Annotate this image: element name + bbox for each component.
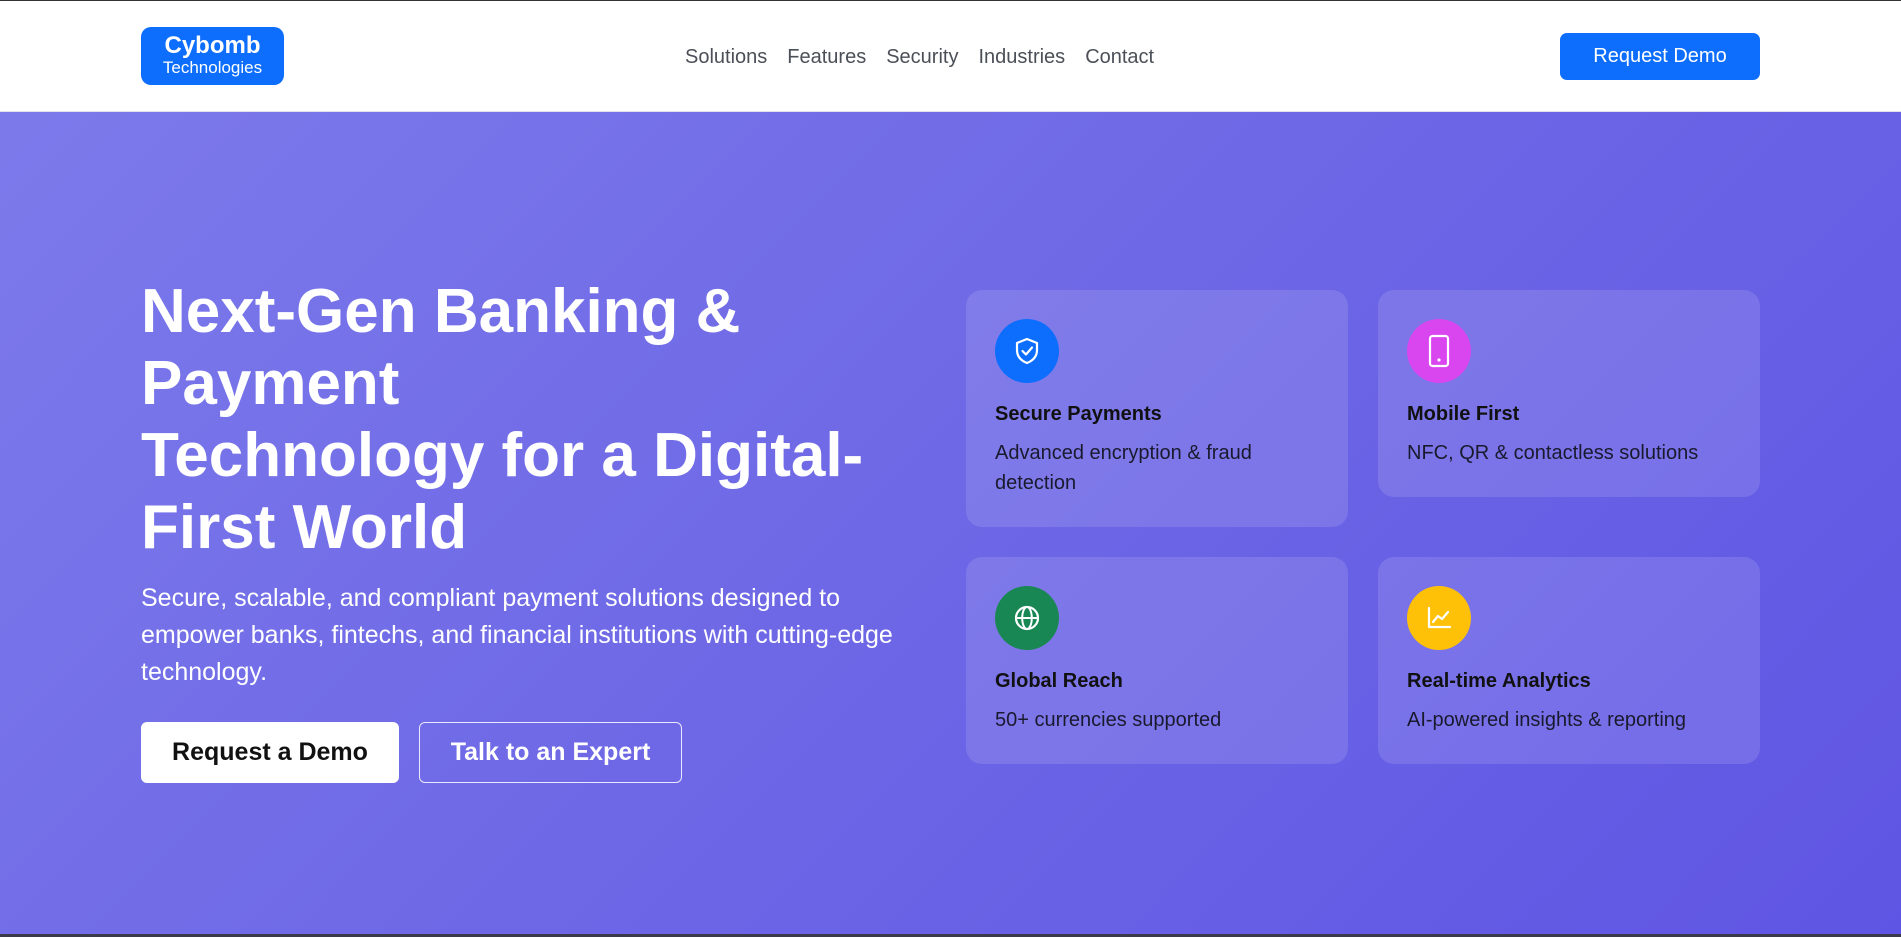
talk-to-expert-button[interactable]: Talk to an Expert [419,722,682,783]
feature-title: Mobile First [1407,403,1520,425]
hero-title-line: Next-Gen Banking & [141,277,741,346]
feature-description: Advanced encryption & fraud detection [995,442,1252,494]
feature-title: Real-time Analytics [1407,670,1591,692]
main-nav: Solutions Features Security Industries C… [685,45,1154,69]
feature-card-secure-payments: Secure Payments Advanced encryption & fr… [966,290,1348,527]
nav-link-contact[interactable]: Contact [1085,45,1154,69]
nav-link-industries[interactable]: Industries [978,45,1065,69]
shield-icon [995,319,1059,383]
feature-card-global-reach: Global Reach 50+ currencies supported [966,557,1348,764]
feature-description: NFC, QR & contactless solutions [1407,442,1699,464]
hero-title-line: First World [141,493,468,562]
hero-section: Next-Gen Banking & Payment Technology fo… [0,112,1901,937]
feature-card-realtime-analytics: Real-time Analytics AI-powered insights … [1378,557,1760,764]
site-header: Cybomb Technologies Solutions Features S… [0,1,1901,112]
mobile-icon [1407,319,1471,383]
hero-subtitle: Secure, scalable, and compliant payment … [141,584,893,686]
nav-link-security[interactable]: Security [886,45,958,69]
nav-link-features[interactable]: Features [787,45,866,69]
logo-name: Cybomb [164,32,261,59]
logo[interactable]: Cybomb Technologies [141,27,284,85]
nav-link-solutions[interactable]: Solutions [685,45,767,69]
logo-subtitle: Technologies [162,58,263,77]
hero-title: Next-Gen Banking & Payment Technology fo… [141,276,941,564]
feature-description: AI-powered insights & reporting [1407,709,1687,731]
globe-icon [995,586,1059,650]
request-demo-button[interactable]: Request Demo [1560,33,1760,80]
hero-title-line: Payment [141,349,400,418]
request-a-demo-button[interactable]: Request a Demo [141,722,399,783]
chart-icon [1407,586,1471,650]
hero-title-line: Technology for a Digital- [141,421,864,490]
feature-title: Secure Payments [995,403,1162,425]
feature-description: 50+ currencies supported [995,709,1222,731]
feature-card-mobile-first: Mobile First NFC, QR & contactless solut… [1378,290,1760,497]
feature-title: Global Reach [995,670,1123,692]
